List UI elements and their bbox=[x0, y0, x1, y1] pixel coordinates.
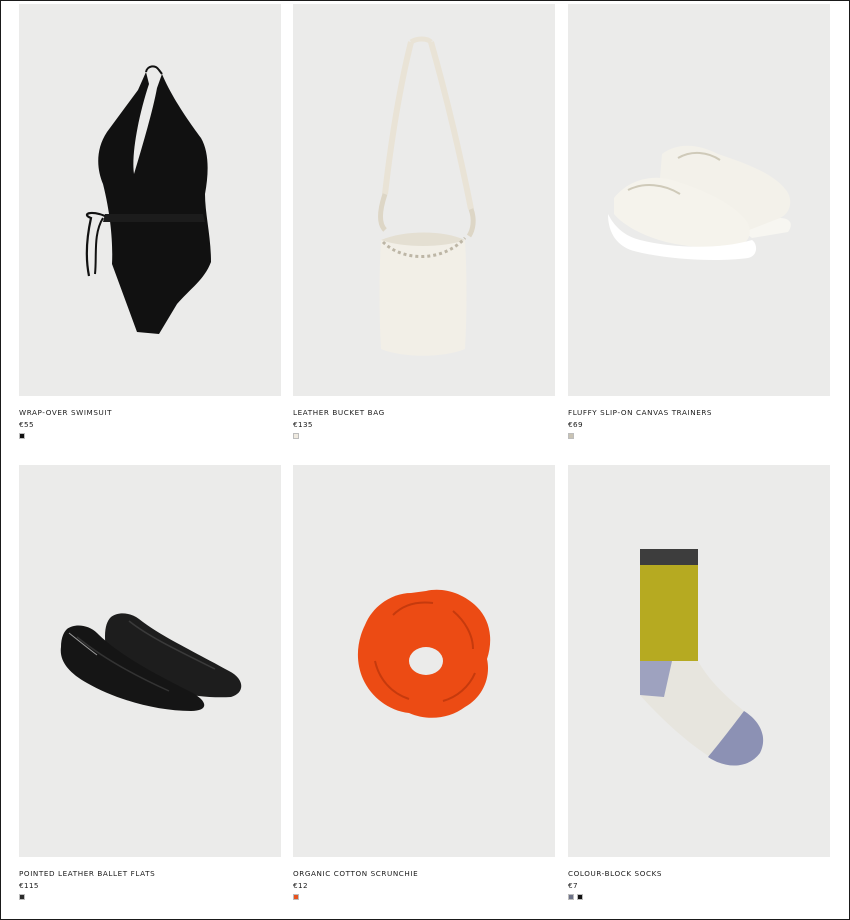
product-card-ballet-flats[interactable]: POINTED LEATHER BALLET FLATS €115 bbox=[19, 465, 281, 901]
product-price: €69 bbox=[568, 420, 583, 429]
swimsuit-image[interactable] bbox=[19, 4, 281, 396]
color-swatches bbox=[568, 433, 830, 440]
color-swatch-ivory[interactable] bbox=[293, 433, 299, 439]
color-swatch-black[interactable] bbox=[19, 433, 25, 439]
product-price: €55 bbox=[19, 420, 34, 429]
product-name[interactable]: WRAP-OVER SWIMSUIT bbox=[19, 408, 281, 418]
color-swatch-blue-grey[interactable] bbox=[568, 894, 574, 900]
product-price: €7 bbox=[568, 881, 578, 890]
trainers-image[interactable] bbox=[568, 4, 830, 396]
color-swatch-black[interactable] bbox=[577, 894, 583, 900]
color-swatches bbox=[19, 433, 281, 440]
product-card-socks[interactable]: COLOUR-BLOCK SOCKS €7 bbox=[568, 465, 830, 901]
color-swatches bbox=[19, 894, 281, 901]
product-card-scrunchie[interactable]: ORGANIC COTTON SCRUNCHIE €12 bbox=[293, 465, 555, 901]
product-name[interactable]: FLUFFY SLIP-ON CANVAS TRAINERS bbox=[568, 408, 830, 418]
bucket-bag-image[interactable] bbox=[293, 4, 555, 396]
ballet-flats-image[interactable] bbox=[19, 465, 281, 857]
color-swatch-beige[interactable] bbox=[568, 433, 574, 439]
color-swatch-orange[interactable] bbox=[293, 894, 299, 900]
color-swatch-black[interactable] bbox=[19, 894, 25, 900]
product-name[interactable]: ORGANIC COTTON SCRUNCHIE bbox=[293, 869, 555, 879]
product-card-trainers[interactable]: FLUFFY SLIP-ON CANVAS TRAINERS €69 bbox=[568, 4, 830, 440]
product-card-swimsuit[interactable]: WRAP-OVER SWIMSUIT €55 bbox=[19, 4, 281, 440]
product-price: €115 bbox=[19, 881, 39, 890]
color-swatches bbox=[568, 894, 830, 901]
scrunchie-image[interactable] bbox=[293, 465, 555, 857]
product-name[interactable]: POINTED LEATHER BALLET FLATS bbox=[19, 869, 281, 879]
color-swatches bbox=[293, 433, 555, 440]
product-price: €12 bbox=[293, 881, 308, 890]
product-name[interactable]: LEATHER BUCKET BAG bbox=[293, 408, 555, 418]
color-swatches bbox=[293, 894, 555, 901]
socks-image[interactable] bbox=[568, 465, 830, 857]
product-name[interactable]: COLOUR-BLOCK SOCKS bbox=[568, 869, 830, 879]
product-price: €135 bbox=[293, 420, 313, 429]
product-card-bucket-bag[interactable]: LEATHER BUCKET BAG €135 bbox=[293, 4, 555, 440]
